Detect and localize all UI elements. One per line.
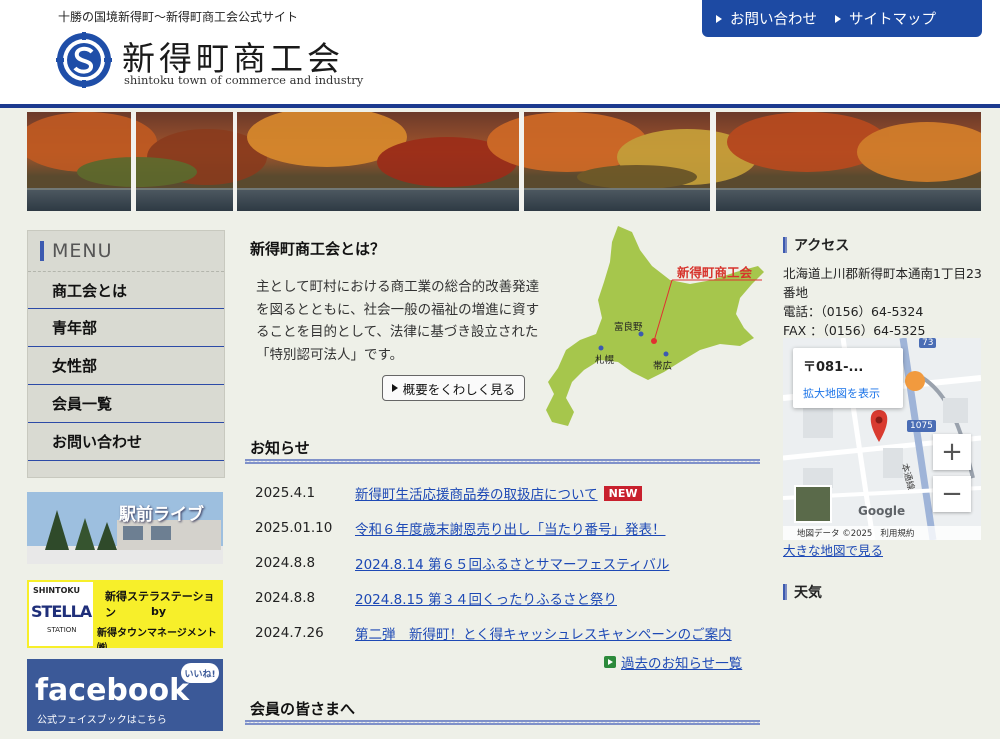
- menu-item-about[interactable]: 商工会とは: [28, 271, 224, 309]
- site-subtitle: shintoku town of commerce and industry: [124, 73, 364, 87]
- new-badge: NEW: [603, 485, 643, 501]
- news-title: お知らせ: [250, 439, 310, 457]
- map-label-furano: 富良野: [614, 322, 643, 333]
- news-divider: [245, 459, 760, 464]
- contact-link[interactable]: お問い合わせ: [716, 8, 817, 29]
- sitemap-link-label: サイトマップ: [849, 12, 936, 28]
- sitemap-link[interactable]: サイトマップ: [835, 8, 936, 29]
- menu-item-members[interactable]: 会員一覧: [28, 385, 224, 423]
- past-news-label: 過去のお知らせ一覧: [621, 656, 743, 672]
- hokkaido-map: [546, 226, 764, 426]
- news-link[interactable]: 2024.8.14 第６５回ふるさとサマーフェスティバル: [355, 553, 669, 573]
- menu-heading-label: MENU: [52, 240, 113, 262]
- google-logo: Google: [858, 504, 906, 518]
- news-date: 2024.7.26: [255, 625, 324, 641]
- news-date: 2024.8.8: [255, 555, 316, 571]
- facebook-wordmark: facebook: [35, 673, 190, 708]
- ekimae-label: 駅前ライブ: [119, 505, 204, 525]
- phone: 電話：（0156）64-5324: [783, 304, 924, 319]
- arrow-right-icon: [716, 14, 722, 23]
- more-details-label: 概要をくわしく見る: [402, 381, 516, 397]
- menu-heading: MENU: [28, 231, 224, 271]
- members-title: 会員の皆さまへ: [250, 700, 356, 718]
- site-header: 十勝の国境新得町～新得町商工会公式サイト 新得町商工会 shintoku tow…: [0, 0, 1000, 108]
- enlarge-map-link[interactable]: 拡大地図を表示: [803, 385, 893, 401]
- access-title-label: アクセス: [794, 238, 850, 254]
- menu-item-youth[interactable]: 青年部: [28, 309, 224, 347]
- stella-logo-text: STELLA: [31, 602, 92, 621]
- top-navigation: お問い合わせ サイトマップ: [702, 0, 982, 37]
- news-link[interactable]: 令和６年度歳末謝恩売り出し「当たり番号」発表！: [355, 518, 666, 538]
- stella-line3: 新得タウンマネージメント㈱: [97, 628, 217, 648]
- news-item: 2024.8.8 2024.8.15 第３４回くったりふるさと祭り: [255, 588, 617, 608]
- like-badge: いいね!: [181, 663, 219, 683]
- heading-bar-icon: [783, 237, 787, 253]
- menu-item-contact[interactable]: お問い合わせ: [28, 423, 224, 461]
- stella-sub-text: STATION: [47, 626, 77, 634]
- arrow-right-icon: [604, 656, 616, 668]
- address: 北海道上川郡新得町本通南1丁目23番地: [783, 266, 982, 300]
- ekimae-live-banner[interactable]: 駅前ライブ: [27, 492, 223, 564]
- stella-top-text: SHINTOKU: [33, 586, 80, 595]
- news-link[interactable]: 新得町生活応援商品券の取扱店について: [355, 483, 598, 503]
- map-credit: 地図データ ©2025: [797, 529, 873, 539]
- weather-title-label: 天気: [794, 585, 822, 601]
- more-details-button[interactable]: 概要をくわしく見る: [382, 375, 525, 401]
- map-terms-link[interactable]: 利用規約: [880, 527, 914, 539]
- news-date: 2025.4.1: [255, 485, 316, 501]
- stella-line2: by: [151, 605, 167, 618]
- map-road-label: 1075: [907, 420, 936, 432]
- past-news-link[interactable]: 過去のお知らせ一覧: [604, 652, 742, 672]
- heading-bar-icon: [783, 584, 787, 600]
- map-marker-label: 新得町商工会: [677, 265, 753, 280]
- map-card-title: 〒081-...: [803, 360, 864, 375]
- stella-station-banner[interactable]: SHINTOKU STELLA STATION 新得ステラステーション by 新…: [27, 580, 223, 648]
- access-title: アクセス: [783, 235, 849, 255]
- map-label-sapporo: 札幌: [595, 355, 615, 366]
- logo-icon[interactable]: [56, 32, 112, 88]
- map-footer: 地図データ ©2025 利用規約: [783, 526, 981, 540]
- weather-title: 天気: [783, 582, 822, 602]
- facebook-sub: 公式フェイスブックはこちら: [37, 715, 167, 726]
- news-link[interactable]: 第二弾 新得町！とく得キャッシュレスキャンペーンのご案内: [355, 623, 732, 643]
- arrow-right-icon: [835, 14, 841, 23]
- map-info-card: 〒081-... 拡大地図を表示: [793, 348, 903, 408]
- news-date: 2024.8.8: [255, 590, 316, 606]
- heading-bar-icon: [40, 241, 44, 261]
- facebook-banner[interactable]: facebook 公式フェイスブックはこちら いいね!: [27, 659, 223, 731]
- autumn-lake-banner: [27, 112, 981, 211]
- access-address-block: 北海道上川郡新得町本通南1丁目23番地 電話：（0156）64-5324 FAX…: [783, 264, 983, 340]
- about-title: 新得町商工会とは？: [250, 240, 386, 258]
- contact-link-label: お問い合わせ: [730, 12, 817, 28]
- about-text: 主として町村における商工業の総合的改善発達を図るとともに、社会一般の福祉の増進に…: [256, 279, 540, 363]
- big-map-link[interactable]: 大きな地図で見る: [783, 540, 883, 559]
- site-tagline: 十勝の国境新得町～新得町商工会公式サイト: [58, 10, 299, 24]
- menu-item-women[interactable]: 女性部: [28, 347, 224, 385]
- news-item: 2024.8.8 2024.8.14 第６５回ふるさとサマーフェスティバル: [255, 553, 669, 573]
- map-label-obihiro: 帯広: [653, 361, 673, 372]
- google-map[interactable]: 1075 73 本通線 Google 〒081-... 拡大地図を表示 + − …: [783, 338, 981, 540]
- zoom-in-button[interactable]: +: [933, 434, 971, 470]
- zoom-out-button[interactable]: −: [933, 476, 971, 512]
- map-road-label: 73: [919, 338, 937, 348]
- news-item: 2025.4.1 新得町生活応援商品券の取扱店について NEW: [255, 483, 643, 503]
- news-item: 2024.7.26 第二弾 新得町！とく得キャッシュレスキャンペーンのご案内: [255, 623, 732, 643]
- stella-logo: SHINTOKU STELLA STATION: [29, 582, 93, 646]
- news-link[interactable]: 2024.8.15 第３４回くったりふるさと祭り: [355, 588, 617, 608]
- news-date: 2025.01.10: [255, 520, 333, 536]
- news-item: 2025.01.10 令和６年度歳末謝恩売り出し「当たり番号」発表！: [255, 518, 666, 538]
- side-menu: MENU 商工会とは 青年部 女性部 会員一覧 お問い合わせ: [27, 230, 225, 478]
- members-divider: [245, 720, 760, 725]
- menu-list: 商工会とは 青年部 女性部 会員一覧 お問い合わせ: [28, 271, 224, 461]
- arrow-right-icon: [391, 384, 398, 392]
